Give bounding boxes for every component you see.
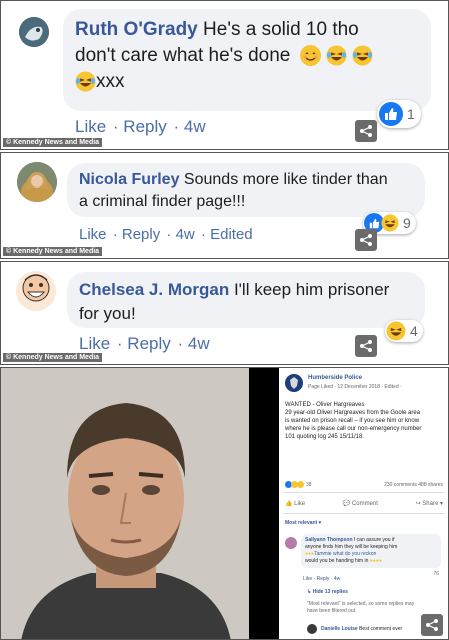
comment-time: 4w [187,334,210,353]
laughing-emoji-icon: ●●●● [369,558,382,564]
laughing-emoji-icon: ●●● [305,551,315,557]
reaction-count: 9 [403,215,411,231]
filter-note-line: have been filtered out. [307,608,357,614]
commenter-name[interactable]: Sallyann Thompson [305,537,353,543]
comment-actions: Like · Reply · 4w [79,334,210,353]
edited-label[interactable]: Edited [210,226,253,243]
comment-actions: Like · Reply · 4w · Edited [79,226,253,243]
reply-bubble: Danielle Louise Best comment ever [321,626,402,632]
share-icon[interactable] [355,120,377,142]
laughing-emoji-icon [352,45,373,66]
like-link[interactable]: Like [75,117,106,136]
filter-note-line: "Most relevant" is selected, so some rep… [307,601,415,607]
post-meta: Page Liked · 12 December 2018 · Edited · [308,384,402,390]
comment-text: He's a solid 10 tho [197,19,359,40]
photo-credit: © Kennedy News and Media [3,247,103,256]
avatar[interactable] [17,162,57,202]
commenter-name[interactable]: Danielle Louise [321,626,358,632]
comment-text: don't care what he's done [75,45,291,66]
comment-panel-3: Chelsea J. Morgan I'll keep him prisoner… [0,261,449,365]
photo-credit: © Kennedy News and Media [3,138,103,147]
comment-panel-2: Nicola Furley Sounds more like tinder th… [0,152,449,259]
post-body: WANTED - Oliver Hargreaves 29 year-old O… [285,401,421,441]
facebook-post: Humberside Police Page Liked · 12 Decemb… [279,368,448,639]
commenter-name[interactable]: Nicola Furley [79,171,179,188]
reply-link[interactable]: Reply [122,226,160,243]
comment-bubble: Nicola Furley Sounds more like tinder th… [67,163,425,217]
commenter-name[interactable]: Chelsea J. Morgan [79,280,229,299]
comment-text: Tammie what do you reckon [314,551,377,557]
laughing-emoji-icon [326,45,347,66]
wow-emoji-icon [297,481,304,488]
comment-time: 4w [183,117,206,136]
share-icon[interactable] [355,229,377,251]
hide-replies-link[interactable]: ↳ Hide 13 replies [307,589,348,595]
reply-link[interactable]: Reply [123,117,166,136]
comment-text: I can assure you if [352,537,395,543]
reply-link[interactable]: Reply [127,334,170,353]
post-body-line: WANTED - Oliver Hargreaves [285,402,365,408]
post-body-line: 101 quoting log 245 15/11/18. [285,434,364,440]
filter-note: "Most relevant" is selected, so some rep… [307,601,414,615]
avatar[interactable] [19,17,49,47]
post-body-line: 29 year-old Oliver Hargreaves from the G… [285,410,421,416]
like-link[interactable]: Like [79,226,107,243]
avatar[interactable] [15,270,57,312]
avatar[interactable] [307,624,317,634]
reply-actions[interactable]: Like · Reply · 4w [303,576,340,582]
comment-text: for you! [79,304,136,323]
share-button[interactable]: ↪ Share ▾ [416,500,443,507]
photo-credit: © Kennedy News and Media [3,353,103,362]
commenter-name[interactable]: Ruth O'Grady [75,19,198,40]
comment-text: Best comment ever [357,626,403,632]
post-body-line: is wanted on prison recall – if you see … [285,418,420,424]
comment-actions: Like · Reply · 4w [75,117,206,136]
comment-text: a criminal finder page!!! [79,193,246,210]
share-icon[interactable] [421,614,443,636]
like-reaction-icon [379,102,403,126]
like-link[interactable]: Like [79,334,110,353]
mugshot-photo [1,368,249,639]
smiling-emoji-icon [299,45,321,67]
post-actions: 👍 Like 💬 Comment ↪ Share ▾ [285,500,443,507]
reply-reaction-count[interactable]: 76 [433,571,439,577]
reaction-summary[interactable]: 4 [385,320,423,342]
police-badge-icon[interactable] [285,374,303,392]
post-reactions[interactable]: 38 [285,481,312,488]
comment-text: I'll keep him prisoner [229,280,390,299]
laughing-emoji-icon [381,214,399,232]
share-label: Share [422,501,439,507]
reactions-count: 38 [306,481,312,488]
reaction-count: 1 [407,106,415,122]
post-body-line: where he is please call our non-emergenc… [285,426,422,432]
comment-panel-1: Ruth O'Grady He's a solid 10 tho don't c… [0,0,449,150]
comment-bubble: Chelsea J. Morgan I'll keep him prisoner… [67,272,425,328]
like-button[interactable]: 👍 Like [285,500,305,507]
like-label: Like [294,501,306,507]
share-icon[interactable] [355,335,377,357]
page-name[interactable]: Humberside Police [308,375,362,381]
reaction-count: 4 [410,323,418,339]
mugshot-and-post-panel: Humberside Police Page Liked · 12 Decemb… [0,367,449,640]
reaction-summary[interactable]: 1 [377,100,421,128]
comment-text: would you be handing him in [305,558,369,564]
avatar[interactable] [285,537,297,549]
comment-text: anyone finds him they will be keeping hi… [305,544,398,550]
comment-time: 4w [175,226,195,243]
post-stats[interactable]: 230 comments 488 shares [384,482,443,488]
comment-text: xxx [96,71,125,92]
laughing-emoji-icon [386,321,406,341]
comment-button[interactable]: 💬 Comment [343,500,378,507]
most-relevant-dropdown[interactable]: Most relevant ▾ [285,520,321,526]
comment-label: Comment [351,501,378,507]
comment-text: Sounds more like tinder than [179,171,388,188]
reply-bubble: Sallyann Thompson I can assure you if an… [301,534,441,568]
laughing-emoji-icon [75,71,96,92]
comment-bubble: Ruth O'Grady He's a solid 10 tho don't c… [63,9,431,111]
